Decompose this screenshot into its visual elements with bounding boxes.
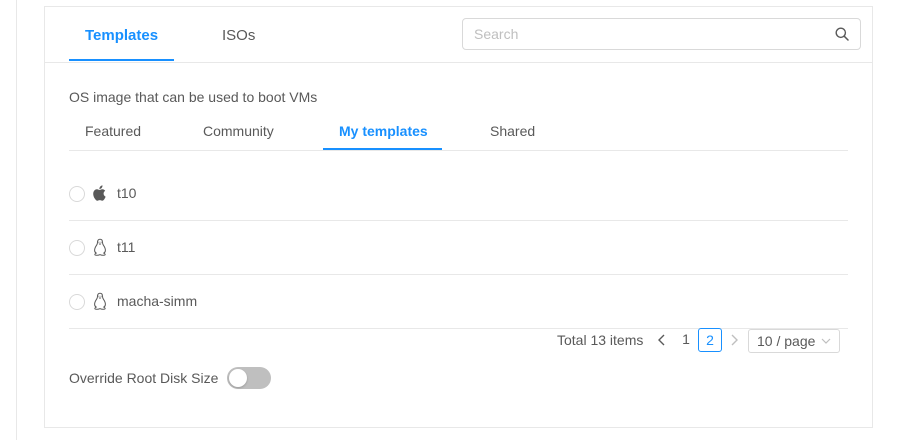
tab-templates[interactable]: Templates bbox=[85, 25, 158, 47]
template-category-tabs: Featured Community My templates Shared bbox=[69, 115, 848, 151]
search-input[interactable] bbox=[463, 19, 845, 49]
page-1-button[interactable]: 1 bbox=[674, 328, 698, 352]
chevron-left-icon[interactable] bbox=[655, 332, 669, 348]
switch-knob bbox=[229, 369, 247, 387]
templates-description: OS image that can be used to boot VMs bbox=[69, 89, 318, 105]
linux-icon bbox=[94, 238, 106, 256]
tab-shared[interactable]: Shared bbox=[490, 121, 535, 141]
image-type-tabs: Templates ISOs bbox=[45, 7, 872, 63]
template-selection-panel: Templates ISOs OS image that can be used… bbox=[44, 6, 873, 428]
apple-icon bbox=[93, 185, 106, 201]
page-size-select[interactable]: 10 / page bbox=[748, 329, 840, 353]
override-root-disk-label: Override Root Disk Size bbox=[69, 370, 219, 386]
chevron-down-icon bbox=[821, 338, 831, 344]
search-icon[interactable] bbox=[835, 27, 849, 41]
tab-community[interactable]: Community bbox=[203, 121, 274, 141]
tab-featured[interactable]: Featured bbox=[85, 121, 141, 141]
pagination-total: Total 13 items bbox=[557, 332, 644, 348]
active-tab-indicator bbox=[69, 59, 174, 61]
template-name: t11 bbox=[117, 239, 136, 255]
template-row[interactable]: macha-simm bbox=[69, 275, 848, 329]
template-row[interactable]: t10 bbox=[69, 167, 848, 221]
template-row[interactable]: t11 bbox=[69, 221, 848, 275]
template-name: macha-simm bbox=[117, 293, 198, 309]
page-size-value: 10 / page bbox=[757, 333, 816, 349]
template-radio[interactable] bbox=[69, 240, 85, 256]
page-2-button[interactable]: 2 bbox=[698, 328, 722, 352]
active-subtab-indicator bbox=[323, 148, 442, 150]
template-name: t10 bbox=[117, 185, 137, 201]
template-radio[interactable] bbox=[69, 186, 85, 202]
tab-isos[interactable]: ISOs bbox=[222, 25, 255, 47]
override-root-disk-switch[interactable] bbox=[227, 367, 271, 389]
chevron-right-icon[interactable] bbox=[727, 332, 741, 348]
search-box bbox=[462, 18, 861, 50]
linux-icon bbox=[94, 292, 106, 310]
tab-my-templates[interactable]: My templates bbox=[339, 121, 428, 141]
template-radio[interactable] bbox=[69, 294, 85, 310]
